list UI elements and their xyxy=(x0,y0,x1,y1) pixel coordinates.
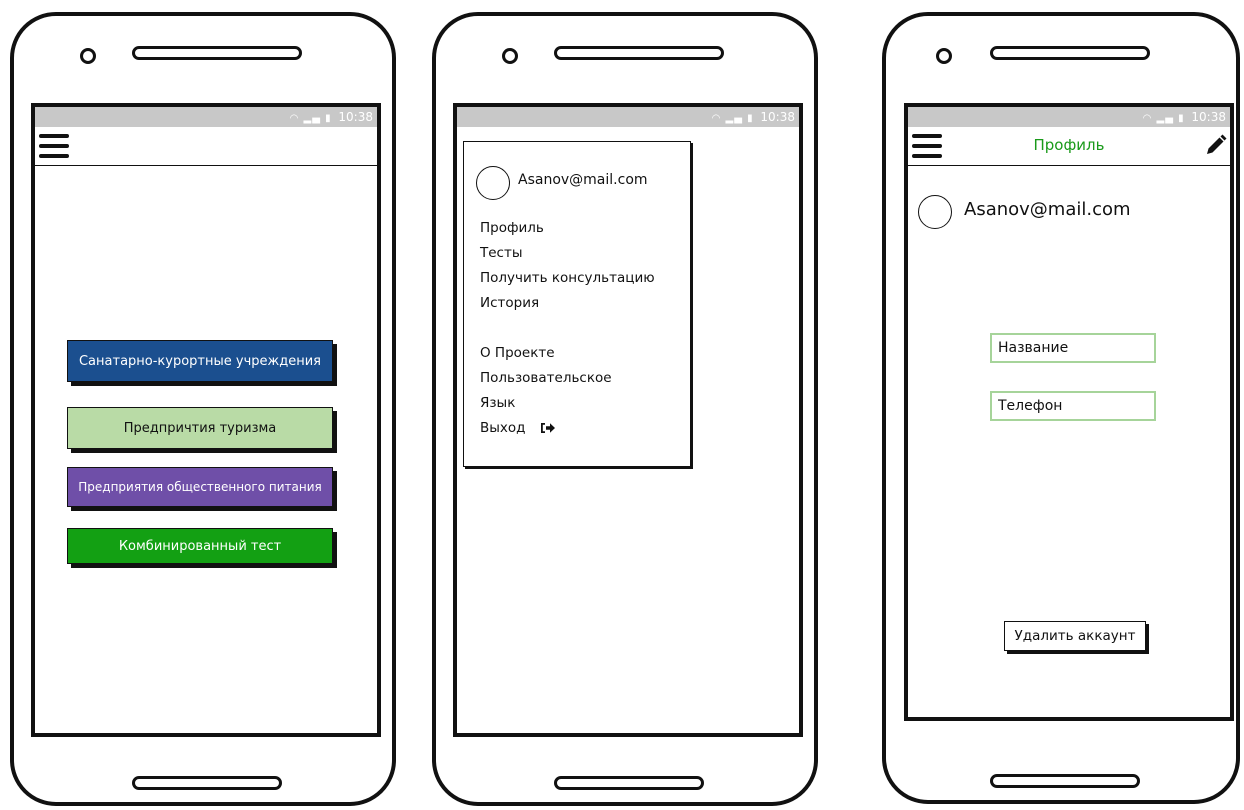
status-bar: ◠ ▂▄ ▮ 10:38 xyxy=(908,107,1230,127)
profile-email: Asanov@mail.com xyxy=(964,199,1131,220)
home-button[interactable] xyxy=(554,776,704,790)
menu-item-exit-label: Выход xyxy=(480,420,526,436)
speaker-icon xyxy=(132,46,302,60)
status-time: 10:38 xyxy=(1191,110,1226,124)
speaker-icon xyxy=(990,46,1150,60)
status-icons: ◠ ▂▄ ▮ xyxy=(289,113,332,124)
phone-frame-3: ◠ ▂▄ ▮ 10:38 Профиль Asanov@mail.com Уда… xyxy=(882,12,1240,804)
logout-icon xyxy=(540,423,555,433)
camera-icon xyxy=(936,48,952,64)
menu-item-profile[interactable]: Профиль xyxy=(480,220,544,236)
name-field[interactable] xyxy=(990,333,1156,363)
combined-test-button[interactable]: Комбинированный тест xyxy=(67,528,333,564)
status-bar: ◠ ▂▄ ▮ 10:38 xyxy=(457,107,799,127)
page-title: Профиль xyxy=(1033,136,1105,154)
pencil-icon[interactable] xyxy=(1202,133,1228,159)
speaker-icon xyxy=(554,46,724,60)
menu-item-exit[interactable]: Выход xyxy=(480,420,556,436)
home-button[interactable] xyxy=(990,774,1140,788)
phone-frame-2: ◠ ▂▄ ▮ 10:38 Asanov@mail.com Профиль Тес… xyxy=(432,12,818,806)
status-time: 10:38 xyxy=(760,110,795,124)
navigation-drawer: Asanov@mail.com Профиль Тесты Получить к… xyxy=(463,141,691,467)
camera-icon xyxy=(502,48,518,64)
avatar[interactable] xyxy=(476,166,510,200)
status-bar: ◠ ▂▄ ▮ 10:38 xyxy=(35,107,377,127)
menu-item-about[interactable]: О Проекте xyxy=(480,345,555,361)
status-time: 10:38 xyxy=(338,110,373,124)
screen-profile: ◠ ▂▄ ▮ 10:38 Профиль Asanov@mail.com Уда… xyxy=(904,103,1234,721)
phone-field[interactable] xyxy=(990,391,1156,421)
menu-item-user[interactable]: Пользовательское xyxy=(480,370,612,386)
menu-item-language[interactable]: Язык xyxy=(480,395,515,411)
status-icons: ◠ ▂▄ ▮ xyxy=(711,113,754,124)
menu-icon[interactable] xyxy=(39,134,69,158)
menu-item-consultation[interactable]: Получить консультацию xyxy=(480,270,655,286)
catering-test-button[interactable]: Предприятия общественного питания xyxy=(67,467,333,507)
delete-account-button[interactable]: Удалить аккаунт xyxy=(1004,621,1146,651)
screen-drawer: ◠ ▂▄ ▮ 10:38 Asanov@mail.com Профиль Тес… xyxy=(453,103,803,737)
screen-home: ◠ ▂▄ ▮ 10:38 Санатарно-курортные учрежде… xyxy=(31,103,381,737)
user-email: Asanov@mail.com xyxy=(518,172,648,188)
phone-frame-1: ◠ ▂▄ ▮ 10:38 Санатарно-курортные учрежде… xyxy=(10,12,396,806)
home-button[interactable] xyxy=(132,776,282,790)
tourism-test-button[interactable]: Предпричтия туризма xyxy=(67,407,333,449)
sanatorium-test-button[interactable]: Санатарно-курортные учреждения xyxy=(67,340,333,382)
menu-item-history[interactable]: История xyxy=(480,295,539,311)
app-bar xyxy=(35,127,377,166)
app-bar: Профиль xyxy=(908,127,1230,166)
status-icons: ◠ ▂▄ ▮ xyxy=(1142,113,1185,124)
avatar[interactable] xyxy=(918,195,952,229)
menu-item-tests[interactable]: Тесты xyxy=(480,245,523,261)
camera-icon xyxy=(80,48,96,64)
